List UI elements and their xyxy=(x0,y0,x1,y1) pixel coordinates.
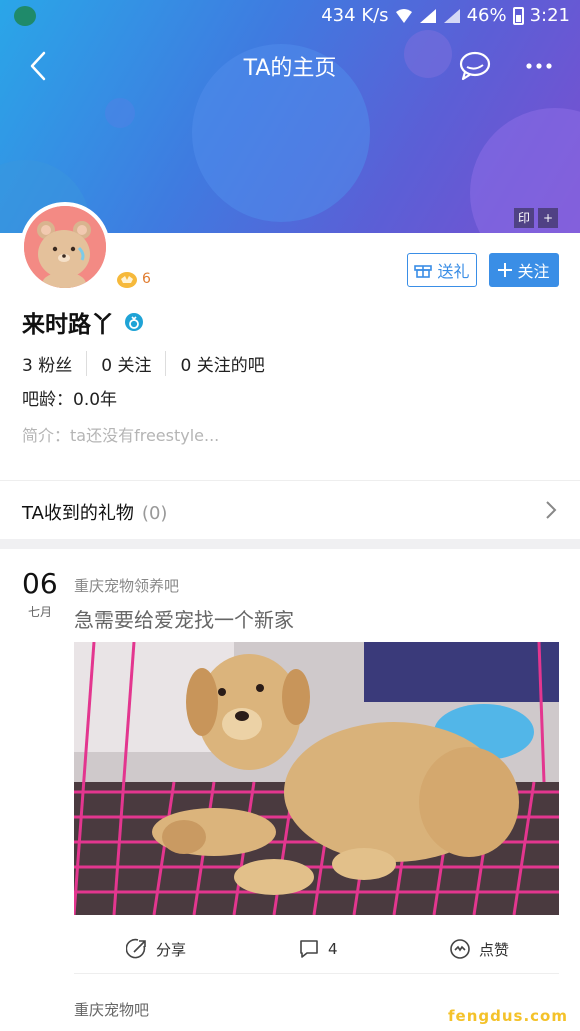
share-button[interactable]: 分享 xyxy=(126,938,186,960)
avatar[interactable] xyxy=(20,202,110,292)
section-separator xyxy=(0,539,580,549)
status-right: 434 K/s 46% 3:21 xyxy=(321,5,570,26)
signal-icon xyxy=(443,8,460,23)
battery-icon xyxy=(512,6,524,25)
account-age: 吧龄：0.0年 xyxy=(22,390,118,410)
watermark-text: fengdus.com xyxy=(448,1007,568,1025)
comment-button[interactable]: 4 xyxy=(298,938,338,960)
post-date-month: 七月 xyxy=(28,605,53,619)
share-label: 分享 xyxy=(156,940,187,959)
follow-label: 关注 xyxy=(517,262,550,281)
username-row: 来时路丫 xyxy=(22,305,144,339)
fans-label: 粉丝 xyxy=(38,356,73,376)
decor-circle xyxy=(105,98,135,128)
like-button[interactable]: 点赞 xyxy=(449,938,509,960)
forums-count: 0 xyxy=(180,356,192,376)
network-speed: 434 K/s xyxy=(321,5,389,26)
post-title[interactable]: 急需要给爱宠找一个新家 xyxy=(74,604,294,633)
post-image[interactable] xyxy=(74,642,559,915)
following-label: 关注 xyxy=(117,356,152,376)
battery-percent: 46% xyxy=(466,5,507,26)
fans-count: 3 xyxy=(22,356,33,376)
plus-icon xyxy=(498,263,513,277)
profile-header-banner: 434 K/s 46% 3:21 TA的主页 印 + xyxy=(0,0,580,236)
forums-label: 关注的吧 xyxy=(196,356,265,376)
notification-chat-icon xyxy=(14,6,36,26)
level-medal-icon xyxy=(117,272,137,288)
comment-count: 4 xyxy=(328,940,338,958)
post-forum-name[interactable]: 重庆宠物领养吧 xyxy=(74,575,179,596)
divider xyxy=(74,973,559,974)
gift-icon xyxy=(414,265,433,278)
level-number: 6 xyxy=(142,271,151,287)
bio-text: 简介：ta还没有freestyle... xyxy=(22,426,220,445)
received-gifts-row[interactable]: TA收到的礼物 (0) xyxy=(0,481,580,539)
clock: 3:21 xyxy=(529,5,570,26)
nav-bar: TA的主页 xyxy=(0,40,580,92)
share-icon xyxy=(126,938,146,959)
background-tools: 印 + xyxy=(514,208,558,228)
fans-stat[interactable]: 3 粉丝 xyxy=(22,351,88,376)
add-background-button[interactable]: + xyxy=(538,208,558,228)
page-title: TA的主页 xyxy=(243,56,337,81)
status-bar: 434 K/s 46% 3:21 xyxy=(0,0,580,34)
send-gift-label: 送礼 xyxy=(437,262,470,281)
following-count: 0 xyxy=(101,356,113,376)
send-gift-button[interactable]: 送礼 xyxy=(407,253,477,287)
received-gifts-label: TA收到的礼物 xyxy=(22,503,134,524)
wifi-icon xyxy=(395,8,412,23)
level-badge[interactable]: 6 xyxy=(116,269,151,289)
post-actions: 分享 4 点赞 xyxy=(74,930,559,970)
more-options-icon[interactable] xyxy=(524,52,554,80)
like-label: 点赞 xyxy=(479,940,510,959)
next-post-forum-name[interactable]: 重庆宠物吧 xyxy=(74,999,149,1020)
puppy-photo xyxy=(74,642,559,915)
received-gifts-count: (0) xyxy=(141,503,168,524)
stamp-button[interactable]: 印 xyxy=(514,208,534,228)
received-gifts-title: TA收到的礼物 (0) xyxy=(22,499,167,525)
username: 来时路丫 xyxy=(22,312,114,338)
comment-icon xyxy=(300,940,318,958)
signal-icon xyxy=(419,8,436,23)
bear-avatar-image xyxy=(24,206,106,288)
message-bubble-icon[interactable] xyxy=(458,50,492,82)
post-date-day: 06 xyxy=(22,567,58,600)
following-stat[interactable]: 0 关注 xyxy=(101,351,167,376)
profile-stats: 3 粉丝 0 关注 0 关注的吧 xyxy=(22,351,293,376)
like-icon xyxy=(450,939,470,959)
ring-badge-icon[interactable] xyxy=(124,312,144,332)
chevron-right-icon xyxy=(546,501,557,519)
followed-forums-stat[interactable]: 0 关注的吧 xyxy=(180,351,278,376)
follow-button[interactable]: 关注 xyxy=(489,253,559,287)
